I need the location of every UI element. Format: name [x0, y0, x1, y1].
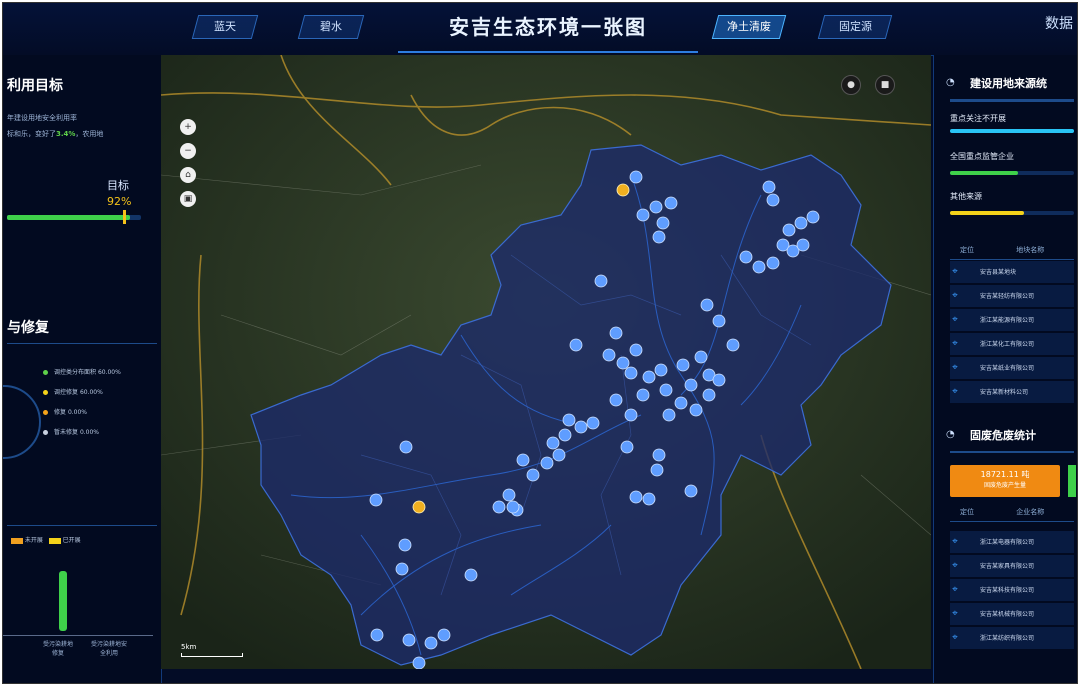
divider [950, 99, 1074, 102]
table-row[interactable]: ⌖ 安吉某科技有限公司 [950, 579, 1074, 601]
chart-baseline [3, 635, 153, 636]
section-icon: ◔ [946, 429, 955, 440]
legend-dot [43, 370, 48, 375]
table-row[interactable]: ⌖ 浙江某能源有限公司 [950, 309, 1074, 331]
table-row[interactable]: ⌖ 浙江某纺织有限公司 [950, 627, 1074, 649]
scale-label: 5km [181, 643, 197, 651]
table-row[interactable]: ⌖ 浙江某电器有限公司 [950, 531, 1074, 553]
location-pin-icon[interactable]: ⌖ [950, 603, 960, 625]
bar-label: 重点关注不开展 [950, 114, 1006, 123]
divider [7, 525, 157, 526]
location-pin-icon[interactable]: ⌖ [950, 309, 960, 331]
top-header: 蓝天 碧水 安吉生态环境一张图 净土清废 固定源 数据 [3, 3, 1077, 56]
map-canvas [161, 55, 931, 669]
legend-item: 调控修复 60.00% [43, 387, 103, 396]
scale-bar [181, 653, 243, 657]
basemap-button[interactable]: ■ [875, 75, 895, 95]
section-title-waste: 固废危废统计 [970, 429, 1036, 442]
app-window: 蓝天 碧水 安吉生态环境一张图 净土清废 固定源 数据 利用目标 年建设用地安全… [2, 2, 1078, 684]
header-data-link[interactable]: 数据 [1045, 13, 1073, 33]
waste-stat-card: 18721.11 吨 固废危废产生量 [950, 465, 1060, 497]
change-value: 3.4% [56, 130, 76, 138]
bar-fill [950, 129, 1074, 133]
location-pin-icon[interactable]: ⌖ [950, 261, 960, 283]
donut-chart [3, 385, 41, 459]
legend-swatch [11, 537, 23, 544]
zoom-out-button[interactable]: − [180, 143, 196, 159]
location-pin-icon[interactable]: ⌖ [950, 531, 960, 553]
target-value: 92% [107, 195, 132, 208]
bar-track [950, 211, 1074, 215]
legend-item: 修复 0.00% [43, 407, 87, 416]
target-marker [123, 210, 126, 224]
bar-track [950, 129, 1074, 133]
location-pin-icon[interactable]: ⌖ [950, 381, 960, 403]
location-pin-icon[interactable]: ⌖ [950, 333, 960, 355]
locate-button[interactable]: ● [841, 75, 861, 95]
legend-dot [43, 390, 48, 395]
target-progress-track [7, 215, 141, 220]
target-desc-line2: 标和乐，变好了3.4%，农用地 [7, 130, 104, 138]
table-row[interactable]: ⌖ 安吉某新材料公司 [950, 381, 1074, 403]
left-panel: 利用目标 年建设用地安全利用率 标和乐，变好了3.4%，农用地 目标 92% 与… [3, 55, 162, 683]
waste-label: 固废危废产生量 [983, 482, 1026, 489]
tab-bishui[interactable]: 碧水 [297, 15, 365, 39]
zoom-in-button[interactable]: + [180, 119, 196, 135]
divider [7, 343, 157, 344]
location-pin-icon[interactable]: ⌖ [950, 555, 960, 577]
location-pin-icon[interactable]: ⌖ [950, 285, 960, 307]
divider [950, 451, 1074, 453]
table-row[interactable]: ⌖ 安吉某家具有限公司 [950, 555, 1074, 577]
location-pin-icon[interactable]: ⌖ [950, 579, 960, 601]
table-row[interactable]: ⌖ 安吉县某地块 [950, 261, 1074, 283]
right-panel: ◔ 建设用地来源统 重点关注不开展 全国重点监管企业 其他来源 定位 地块名称 … [933, 55, 1077, 683]
bar-label: 受污染耕地安全利用 [90, 641, 127, 657]
legend-dot [43, 430, 48, 435]
target-progress-fill [7, 215, 131, 220]
waste-stat-card-secondary [1068, 465, 1076, 497]
layers-button[interactable]: ▣ [180, 191, 196, 207]
table-header: 定位 地块名称 [950, 245, 1074, 260]
bar-green [59, 571, 67, 631]
bar-label: 受污染耕地修复 [42, 641, 73, 657]
legend-item: 暂未修复 0.00% [43, 427, 99, 436]
tab-gudingyuan[interactable]: 固定源 [817, 15, 893, 39]
table-row[interactable]: ⌖ 浙江某化工有限公司 [950, 333, 1074, 355]
home-button[interactable]: ⌂ [180, 167, 196, 183]
map-view[interactable]: + − ⌂ ▣ ● ■ 5km [161, 55, 931, 669]
legend-dot [43, 410, 48, 415]
bar-fill [950, 171, 1019, 175]
waste-value: 18721.11 吨 [980, 470, 1030, 479]
bar-track [950, 171, 1074, 175]
section-title-construction: 建设用地来源统 [970, 77, 1047, 90]
bar-label: 其他来源 [950, 192, 982, 201]
bottom-legend: 未开展 已开展 [11, 535, 81, 544]
target-label: 目标 [107, 179, 129, 192]
location-pin-icon[interactable]: ⌖ [950, 357, 960, 379]
table-header: 定位 企业名称 [950, 507, 1074, 522]
tab-jingtu[interactable]: 净土清废 [711, 15, 787, 39]
table-row[interactable]: ⌖ 安吉某轻纺有限公司 [950, 285, 1074, 307]
table-row[interactable]: ⌖ 安吉某机械有限公司 [950, 603, 1074, 625]
section-title-target: 利用目标 [7, 78, 63, 94]
section-title-repair: 与修复 [7, 320, 49, 336]
section-icon: ◔ [946, 77, 955, 88]
target-desc-line1: 年建设用地安全利用率 [7, 114, 77, 122]
page-title: 安吉生态环境一张图 [449, 15, 647, 39]
location-pin-icon[interactable]: ⌖ [950, 627, 960, 649]
table-row[interactable]: ⌖ 安吉某纸业有限公司 [950, 357, 1074, 379]
bar-fill [950, 211, 1025, 215]
legend-item: 调控类分布面积 60.00% [43, 367, 121, 376]
tab-lantian[interactable]: 蓝天 [191, 15, 259, 39]
bar-label: 全国重点监管企业 [950, 152, 1014, 161]
legend-swatch [48, 537, 61, 544]
